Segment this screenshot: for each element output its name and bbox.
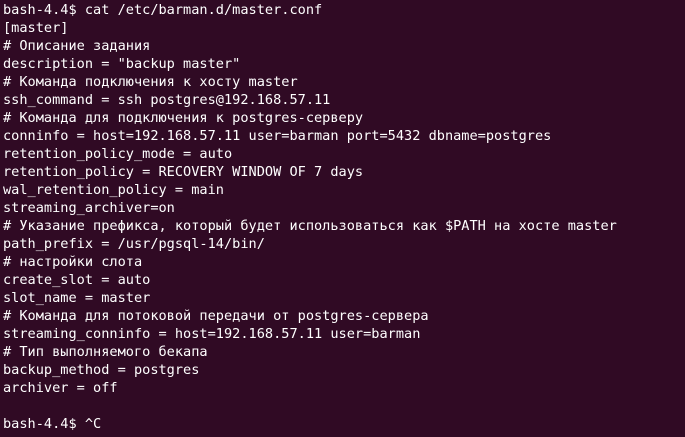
config-line: # Указание префикса, который будет испол… (3, 218, 617, 234)
config-line: # Тип выполняемого бекапа (3, 344, 208, 360)
config-line: description = "backup master" (3, 56, 241, 72)
prompt-line[interactable]: bash-4.4$ ^C (3, 415, 685, 433)
config-line: retention_policy = RECOVERY WINDOW OF 7 … (3, 164, 364, 180)
config-line: # Команда для подключения к postgres-сер… (3, 110, 364, 126)
config-line: conninfo = host=192.168.57.11 user=barma… (3, 128, 552, 144)
config-line: archiver = off (3, 380, 118, 396)
config-line: streaming_archiver=on (3, 200, 175, 216)
config-line: # Описание задания (3, 38, 151, 54)
final-prompt: bash-4.4$ ^C (3, 416, 102, 432)
config-file-content: [master] # Описание задания description = … (3, 19, 685, 397)
config-line: ssh_command = ssh postgres@192.168.57.11 (3, 92, 331, 108)
config-line: # настройки слота (3, 254, 143, 270)
config-line: wal_retention_policy = main (3, 182, 224, 198)
config-line: [master] (3, 20, 69, 36)
config-line: streaming_conninfo = host=192.168.57.11 … (3, 326, 421, 342)
config-line: create_slot = auto (3, 272, 151, 288)
config-line: slot_name = master (3, 290, 151, 306)
config-line: retention_policy_mode = auto (3, 146, 233, 162)
config-line: path_prefix = /usr/pgsql-14/bin/ (3, 236, 265, 252)
config-line: # Команда для потоковой передачи от post… (3, 308, 429, 324)
command-line: bash-4.4$ cat /etc/barman.d/master.conf (3, 2, 323, 18)
terminal-window[interactable]: bash-4.4$ cat /etc/barman.d/master.conf … (0, 0, 685, 437)
config-line: backup_method = postgres (3, 362, 200, 378)
config-line: # Команда подключения к хосту master (3, 74, 298, 90)
